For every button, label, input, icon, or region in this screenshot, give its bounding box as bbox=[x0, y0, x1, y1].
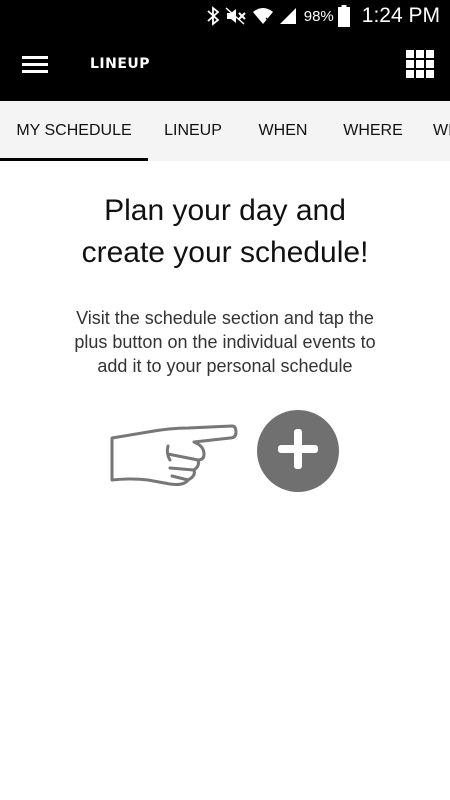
grid-view-button[interactable] bbox=[404, 49, 436, 83]
status-icons: 98% 1:24 PM bbox=[206, 0, 440, 32]
status-bar: 98% 1:24 PM bbox=[0, 0, 450, 32]
empty-state-headline: Plan your day and create your schedule! bbox=[0, 190, 450, 274]
app-bar: LINEUP bbox=[0, 32, 450, 101]
empty-state-description: Visit the schedule section and tap the p… bbox=[0, 306, 450, 378]
tab-bar: MY SCHEDULE LINEUP WHEN WHERE WI bbox=[0, 101, 450, 161]
headline-line: create your schedule! bbox=[81, 236, 369, 269]
wifi-icon bbox=[252, 6, 274, 26]
menu-icon bbox=[22, 54, 48, 79]
description-line: Visit the schedule section and tap the bbox=[76, 308, 374, 328]
tab-lineup[interactable]: LINEUP bbox=[148, 101, 238, 161]
battery-percentage: 98% bbox=[303, 7, 334, 25]
tab-where[interactable]: WHERE bbox=[328, 101, 418, 161]
tab-when[interactable]: WHEN bbox=[238, 101, 328, 161]
menu-button[interactable] bbox=[14, 50, 56, 82]
description-line: add it to your personal schedule bbox=[97, 356, 353, 376]
app-title: LINEUP bbox=[90, 56, 151, 72]
add-to-schedule-button[interactable] bbox=[257, 410, 339, 492]
plus-icon bbox=[276, 427, 320, 476]
pointing-hand-icon bbox=[108, 420, 238, 490]
tab-next[interactable]: WI bbox=[418, 101, 450, 161]
clock: 1:24 PM bbox=[361, 4, 440, 27]
signal-icon bbox=[278, 6, 298, 26]
description-line: plus button on the individual events to bbox=[74, 332, 376, 352]
headline-line: Plan your day and bbox=[104, 194, 346, 227]
bluetooth-icon bbox=[206, 6, 220, 26]
grid-icon bbox=[406, 49, 434, 83]
tab-my-schedule[interactable]: MY SCHEDULE bbox=[0, 101, 148, 161]
mute-icon bbox=[224, 6, 248, 26]
battery-icon bbox=[337, 5, 350, 27]
